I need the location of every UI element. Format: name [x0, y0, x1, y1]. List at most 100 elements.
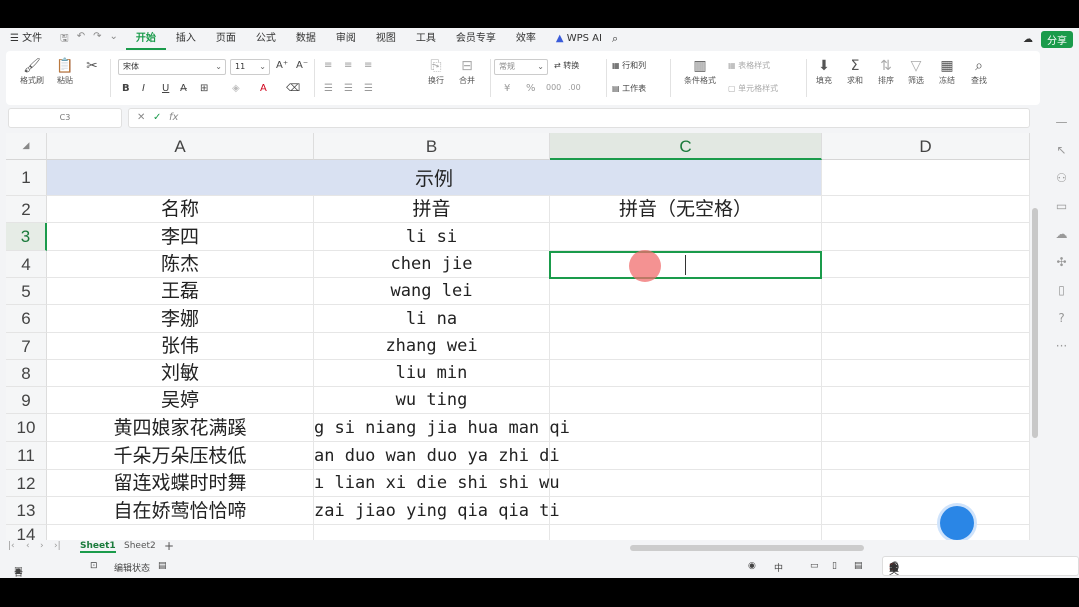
share-button[interactable]: 分享: [1041, 30, 1073, 48]
tab-view[interactable]: 视图: [366, 28, 406, 50]
row-header-12[interactable]: 12: [6, 470, 47, 497]
strikethrough-icon[interactable]: A̶: [180, 83, 187, 94]
row-header-5[interactable]: 5: [6, 278, 47, 305]
pointer-icon[interactable]: ↖: [1044, 136, 1079, 164]
cell-a3[interactable]: 李四: [47, 223, 314, 251]
tab-page[interactable]: 页面: [206, 28, 246, 50]
number-format-select[interactable]: 常规 ⌄: [494, 59, 548, 75]
scroll-thumb[interactable]: [1032, 208, 1038, 438]
row-header-6[interactable]: 6: [6, 305, 47, 333]
align-right-icon[interactable]: ☰: [364, 83, 373, 94]
last-sheet-icon[interactable]: ›|: [54, 541, 61, 551]
merge-button[interactable]: ⊟ 合并: [452, 57, 482, 86]
convert-button[interactable]: ⇄ 转换: [554, 60, 579, 71]
bold-icon[interactable]: B: [122, 83, 130, 94]
cell-a9[interactable]: 吴婷: [47, 387, 314, 414]
cell-d5[interactable]: [822, 278, 1030, 305]
underline-icon[interactable]: U: [162, 83, 169, 94]
tab-data[interactable]: 数据: [286, 28, 326, 50]
font-size-select[interactable]: 11 ⌄: [230, 59, 270, 75]
floating-assistant-button[interactable]: [940, 506, 974, 540]
align-left-icon[interactable]: ☰: [324, 83, 333, 94]
doc-icon[interactable]: ▤: [158, 561, 167, 571]
cell-a11[interactable]: 千朵万朵压枝低: [47, 442, 314, 470]
cell-b3[interactable]: li si: [314, 223, 550, 251]
conditional-format-button[interactable]: ▥ 条件格式: [678, 57, 722, 86]
cell-d3[interactable]: [822, 223, 1030, 251]
column-header-a[interactable]: A: [47, 133, 314, 160]
decimal-icon[interactable]: .00: [568, 83, 581, 92]
fill-color-icon[interactable]: ◈: [232, 83, 240, 94]
cell-style-button[interactable]: ▢ 单元格样式: [728, 83, 778, 94]
confirm-icon[interactable]: ✓: [153, 112, 161, 123]
cell-c7[interactable]: [550, 333, 822, 360]
align-center-icon[interactable]: ☰: [344, 83, 353, 94]
select-all-corner[interactable]: ◢: [6, 133, 47, 160]
cut-button[interactable]: ✂: [82, 57, 102, 75]
tab-insert[interactable]: 插入: [166, 28, 206, 50]
cell-d4[interactable]: [822, 251, 1030, 278]
cell-a5[interactable]: 王磊: [47, 278, 314, 305]
cell-b13[interactable]: zai jiao ying qia qia ti: [314, 497, 560, 525]
cell-a13[interactable]: 自在娇莺恰恰啼: [47, 497, 314, 525]
cell-c12[interactable]: [550, 470, 822, 497]
shapes-icon[interactable]: ⚇: [1044, 164, 1079, 192]
tab-member[interactable]: 会员专享: [446, 28, 506, 50]
table-style-button[interactable]: ▦ 表格样式: [728, 60, 770, 71]
row-header-13[interactable]: 13: [6, 497, 47, 525]
input-lang[interactable]: 中: [774, 561, 783, 574]
search-icon[interactable]: ⌕: [612, 32, 618, 46]
cell-c13[interactable]: [550, 497, 822, 525]
column-header-b[interactable]: B: [314, 133, 550, 160]
italic-icon[interactable]: I: [142, 83, 145, 94]
cell-c11[interactable]: [550, 442, 822, 470]
eye-icon[interactable]: ◉: [748, 561, 756, 571]
cancel-icon[interactable]: ✕: [137, 112, 145, 123]
wrap-button[interactable]: ⎘ 换行: [422, 57, 450, 86]
vertical-scrollbar[interactable]: [1031, 188, 1039, 568]
thousands-icon[interactable]: 000: [546, 83, 561, 92]
book-icon[interactable]: ▯: [1044, 276, 1079, 304]
cell-b5[interactable]: wang lei: [314, 278, 550, 305]
row-header-10[interactable]: 10: [6, 414, 47, 442]
row-header-1[interactable]: 1: [6, 160, 47, 196]
cell-c3[interactable]: [550, 223, 822, 251]
sort-button[interactable]: ⇅ 排序: [872, 57, 900, 86]
cell-d8[interactable]: [822, 360, 1030, 387]
rows-cols-button[interactable]: ▦ 行和列: [612, 60, 646, 71]
redo-icon[interactable]: ↷: [93, 31, 101, 48]
row-header-8[interactable]: 8: [6, 360, 47, 387]
cell-b7[interactable]: zhang wei: [314, 333, 550, 360]
font-name-select[interactable]: 宋体 ⌄: [118, 59, 226, 75]
header-cell-pinyin[interactable]: 拼音: [314, 196, 550, 223]
tab-formula[interactable]: 公式: [246, 28, 286, 50]
cell-c9[interactable]: [550, 387, 822, 414]
tab-home[interactable]: 开始: [125, 28, 166, 50]
tab-tools[interactable]: 工具: [406, 28, 446, 50]
formula-input[interactable]: ✕ ✓ fx: [128, 108, 1030, 128]
spreadsheet-grid[interactable]: ◢ A B C D 1 示例 2 名称 拼音 拼音（无空格） 3 李四 li si 4 陈杰 chen…: [6, 133, 1030, 543]
sheet-tab-sheet1[interactable]: Sheet1: [80, 541, 116, 553]
row-header-11[interactable]: 11: [6, 442, 47, 470]
next-sheet-icon[interactable]: ›: [40, 541, 44, 551]
filter-button[interactable]: ▽ 筛选: [902, 57, 930, 86]
more-icon[interactable]: ···: [1044, 332, 1079, 360]
tools-icon[interactable]: ✣: [1044, 248, 1079, 276]
align-bottom-icon[interactable]: ≡: [364, 60, 372, 71]
add-sheet-icon[interactable]: +: [164, 539, 174, 553]
cloud-icon[interactable]: ☁: [1044, 220, 1079, 248]
cell-b8[interactable]: liu min: [314, 360, 550, 387]
file-menu[interactable]: ☰ 文件: [0, 28, 52, 50]
cell-b9[interactable]: wu ting: [314, 387, 550, 414]
undo-icon[interactable]: ↶: [77, 31, 85, 48]
format-painter-button[interactable]: 🖌 格式刷: [16, 57, 48, 86]
row-header-2[interactable]: 2: [6, 196, 47, 223]
prev-sheet-icon[interactable]: ‹: [26, 541, 30, 551]
cell-c8[interactable]: [550, 360, 822, 387]
page-view-icon[interactable]: ▯: [832, 561, 837, 571]
row-header-4[interactable]: 4: [6, 251, 47, 278]
tab-review[interactable]: 审阅: [326, 28, 366, 50]
horizontal-scrollbar[interactable]: [630, 545, 864, 551]
name-box[interactable]: C3: [8, 108, 122, 128]
cell-a6[interactable]: 李娜: [47, 305, 314, 333]
